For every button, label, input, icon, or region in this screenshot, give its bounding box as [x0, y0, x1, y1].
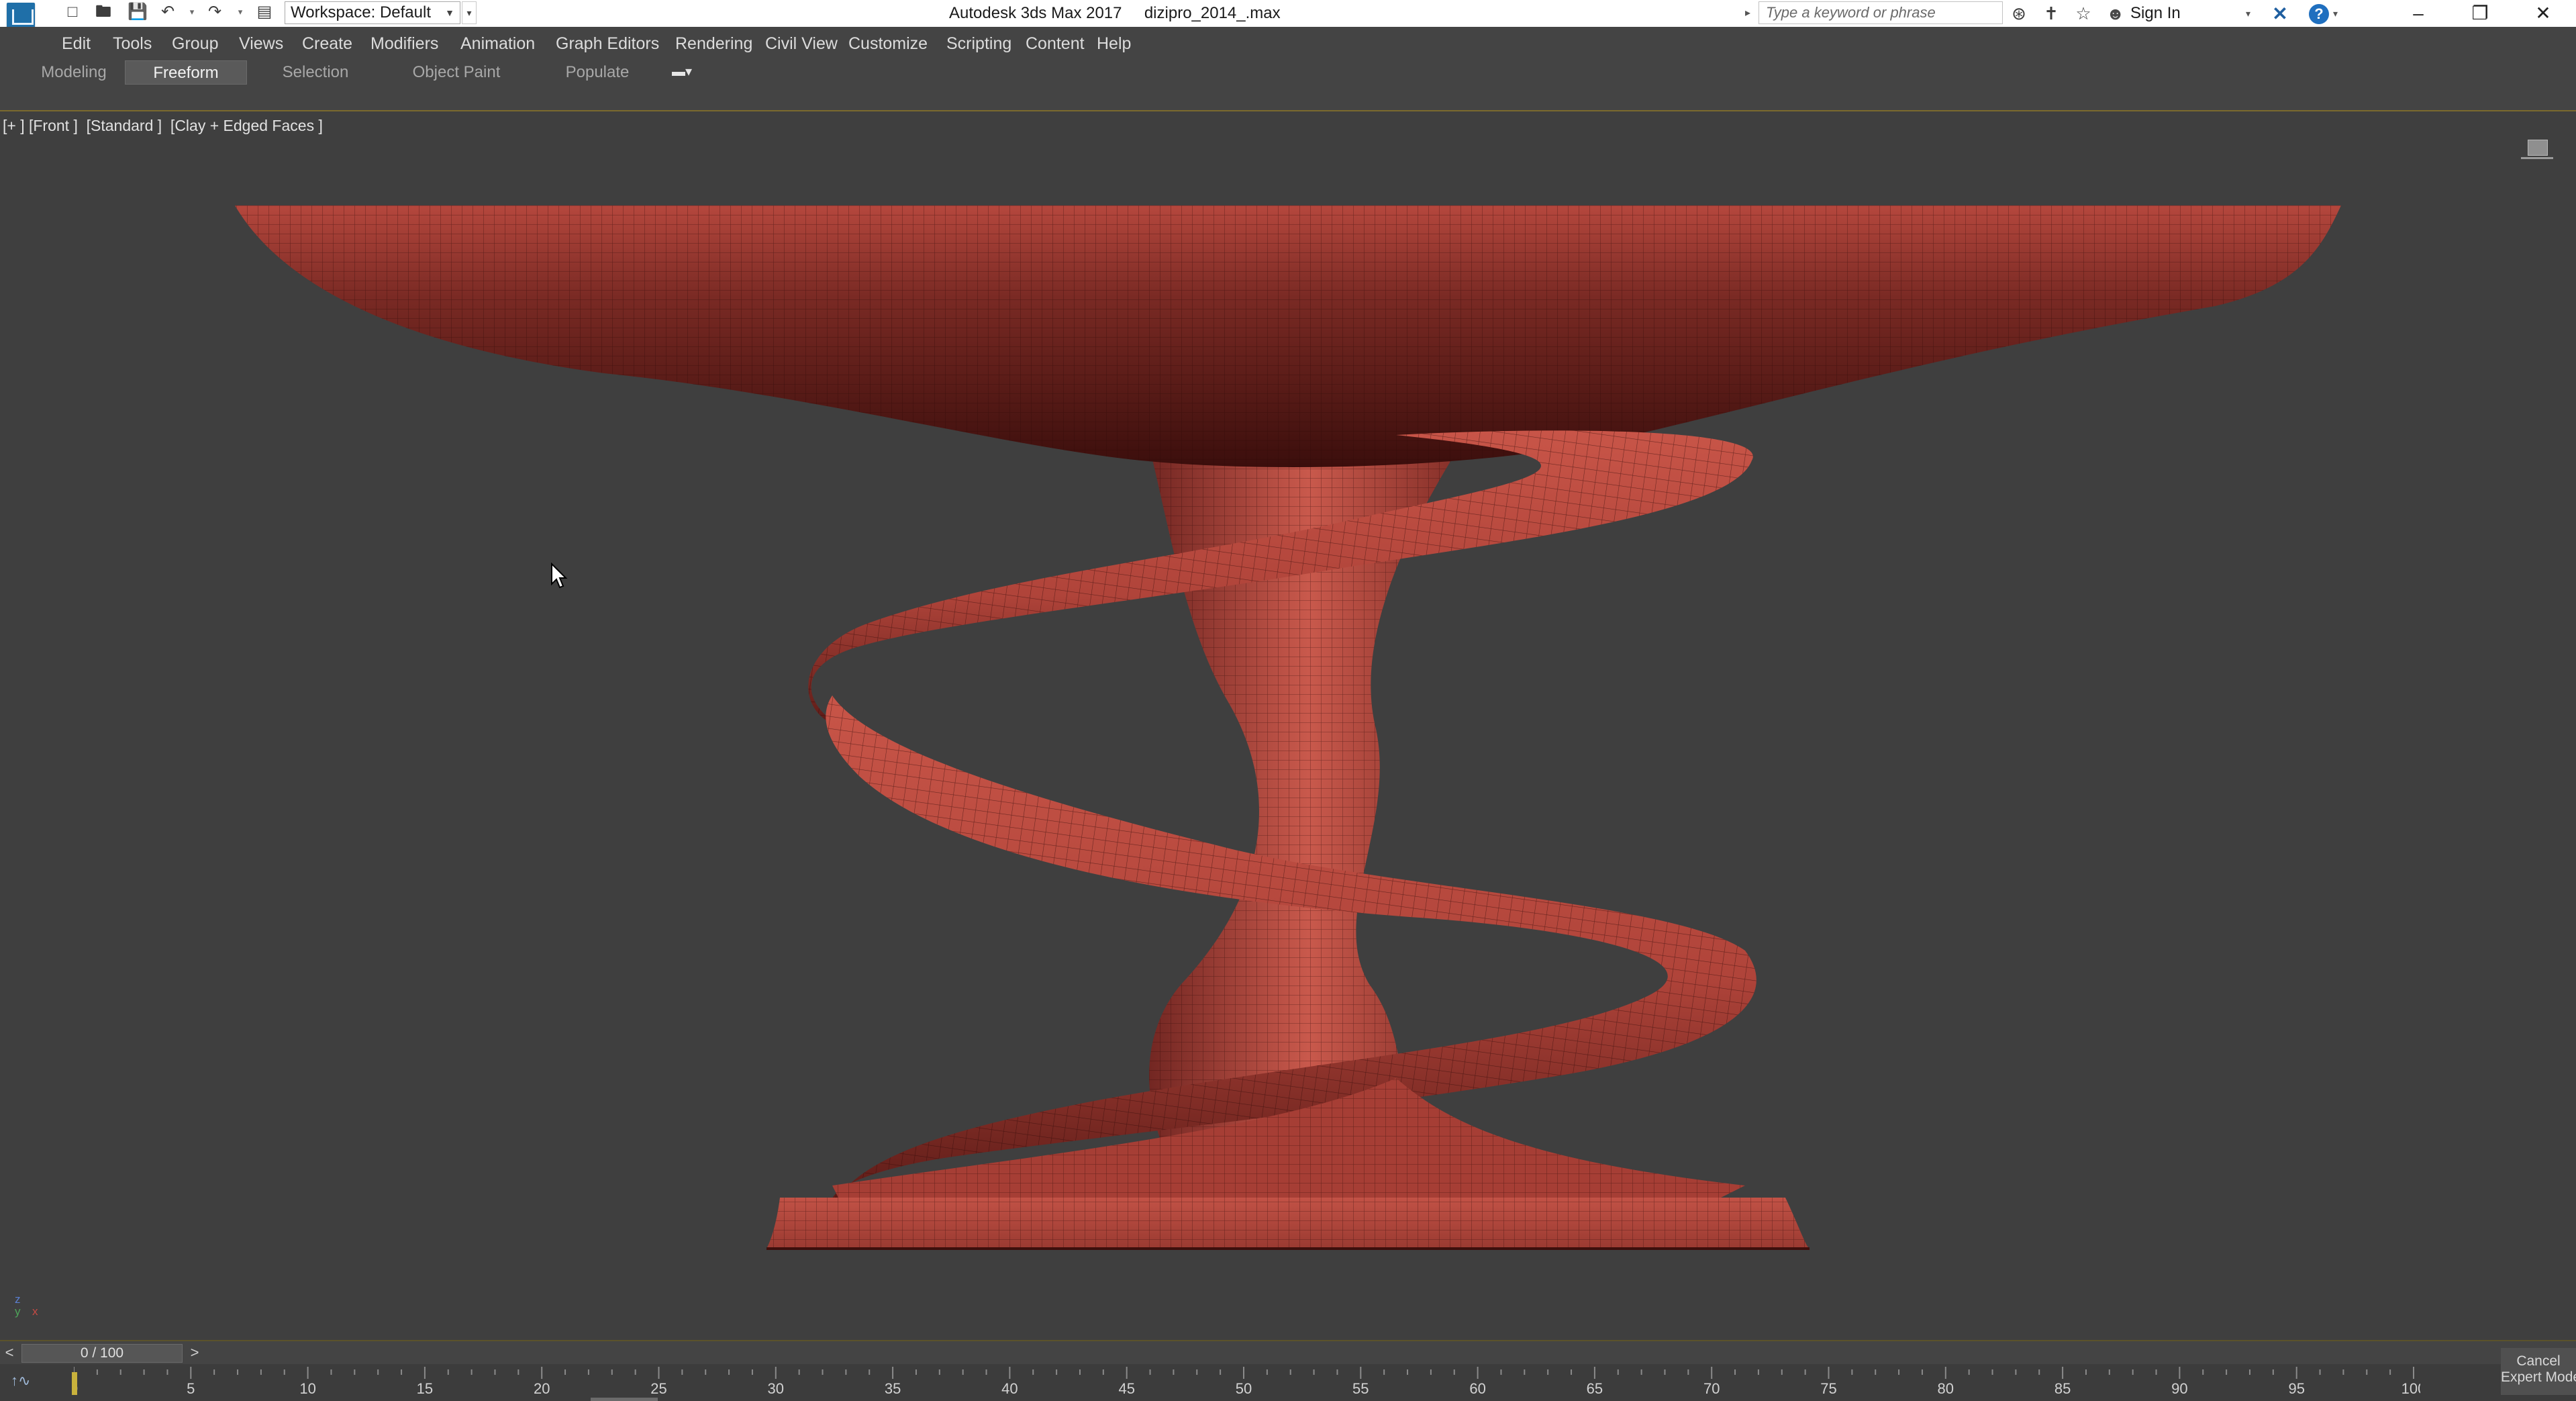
menu-group[interactable]: Group — [172, 27, 218, 60]
twisted-vase-model[interactable] — [0, 111, 2576, 1340]
window-title: Autodesk 3ds Max 2017 dizipro_2014_.max — [949, 4, 1281, 22]
frame-tick-label: 40 — [1001, 1380, 1018, 1397]
workspace-dropdown[interactable]: Workspace: Default ▼ — [285, 1, 460, 24]
undo-icon[interactable]: ↶ — [158, 3, 177, 21]
menu-customize[interactable]: Customize — [848, 27, 928, 60]
time-slider-thumb[interactable]: 0 / 100 — [21, 1344, 183, 1363]
frame-tick-label: 95 — [2288, 1380, 2304, 1397]
ribbon-minimize-icon[interactable]: ▬▾ — [668, 62, 695, 82]
track-bar[interactable]: ↑∿ 0510152025303540455055606570758085909… — [0, 1364, 2576, 1401]
menu-help[interactable]: Help — [1097, 27, 1131, 60]
frame-tick-label: 100 — [2401, 1380, 2420, 1397]
axis-tripod-icon: z y x — [12, 1293, 46, 1326]
ribbon-panel — [0, 87, 2576, 111]
frame-tick-label: 75 — [1820, 1380, 1836, 1397]
frame-ruler[interactable]: 0510152025303540455055606570758085909510… — [74, 1364, 2420, 1401]
menu-scripting[interactable]: Scripting — [946, 27, 1011, 60]
tab-object-paint[interactable]: Object Paint — [396, 60, 517, 85]
frame-tick-label: 45 — [1118, 1380, 1134, 1397]
title-bar: □ 🖿 💾 ↶ ▾ ↷ ▾ ▤ Workspace: Default ▼ ▾ A… — [0, 0, 2576, 31]
menu-graph-editors[interactable]: Graph Editors — [556, 27, 659, 60]
search-input[interactable] — [1759, 2, 2002, 23]
mini-curve-editor-icon[interactable]: ↑∿ — [11, 1372, 40, 1390]
restore-button[interactable]: ❐ — [2450, 0, 2510, 27]
viewport-front[interactable]: [+ ] [Front ] [Standard ] [Clay + Edged … — [0, 111, 2576, 1340]
axis-y-label: y — [15, 1305, 21, 1318]
ribbon-tab-bar: Modeling Freeform Selection Object Paint… — [0, 60, 2576, 87]
help-icon[interactable]: ? — [2309, 4, 2329, 24]
cancel-expert-mode-label: Cancel Expert Mode — [2501, 1353, 2576, 1385]
frame-tick-label: 50 — [1236, 1380, 1252, 1397]
axis-z-label: z — [15, 1293, 21, 1306]
undo-dropdown-icon[interactable]: ▾ — [188, 3, 196, 21]
menu-rendering[interactable]: Rendering — [675, 27, 752, 60]
menu-animation[interactable]: Animation — [460, 27, 535, 60]
frame-tick-label: 10 — [299, 1380, 315, 1397]
sign-in-label: Sign In — [2130, 4, 2181, 22]
frame-tick-label: 5 — [187, 1380, 195, 1397]
frame-tick-label: 70 — [1703, 1380, 1720, 1397]
new-file-icon[interactable]: □ — [63, 3, 82, 21]
tab-selection[interactable]: Selection — [262, 60, 369, 85]
minimize-button[interactable]: – — [2388, 0, 2448, 27]
workspace-label: Workspace: Default — [291, 3, 431, 21]
save-icon[interactable]: 💾 — [128, 3, 148, 21]
frame-tick-label: 85 — [2054, 1380, 2071, 1397]
frame-counter: 0 / 100 — [80, 1345, 124, 1361]
frame-tick-label: 90 — [2171, 1380, 2187, 1397]
menu-create[interactable]: Create — [302, 27, 352, 60]
search-field[interactable] — [1758, 1, 2003, 24]
frame-tick-label: 65 — [1587, 1380, 1603, 1397]
menu-bar: Edit Tools Group Views Create Modifiers … — [0, 27, 2576, 60]
time-slider[interactable]: < 0 / 100 > — [0, 1340, 2576, 1365]
star-icon[interactable]: ☆ — [2073, 3, 2094, 24]
frame-tick-label: 25 — [650, 1380, 666, 1397]
menu-edit[interactable]: Edit — [62, 27, 91, 60]
menu-modifiers[interactable]: Modifiers — [370, 27, 438, 60]
frame-tick-label: 20 — [534, 1380, 550, 1397]
menu-views[interactable]: Views — [239, 27, 283, 60]
frame-tick-label: 35 — [885, 1380, 901, 1397]
search-expand-icon[interactable]: ▸ — [1745, 0, 1750, 27]
project-icon[interactable]: ▤ — [255, 3, 274, 21]
exchange-icon[interactable]: ✕ — [2269, 4, 2291, 24]
quick-access-customize-button[interactable]: ▾ — [462, 1, 477, 24]
redo-icon[interactable]: ↷ — [205, 3, 224, 21]
sign-in-dropdown-icon[interactable]: ▾ — [2246, 0, 2250, 27]
current-frame-marker[interactable] — [72, 1372, 77, 1395]
user-icon: ☻ — [2106, 3, 2125, 23]
menu-tools[interactable]: Tools — [113, 27, 152, 60]
chevron-down-icon: ▼ — [445, 7, 454, 18]
tab-freeform[interactable]: Freeform — [125, 60, 247, 85]
close-button[interactable]: ✕ — [2513, 0, 2573, 27]
cancel-expert-mode-button[interactable]: Cancel Expert Mode — [2501, 1348, 2576, 1395]
axis-x-label: x — [32, 1305, 38, 1318]
previous-frame-button[interactable]: < — [1, 1341, 17, 1364]
tab-modeling[interactable]: Modeling — [27, 60, 121, 85]
frame-tick-label: 30 — [768, 1380, 784, 1397]
mouse-cursor-icon — [551, 563, 568, 589]
menu-civil-view[interactable]: Civil View — [765, 27, 838, 60]
satellite-icon[interactable]: ✝ — [2040, 3, 2062, 24]
next-frame-button[interactable]: > — [187, 1341, 203, 1364]
binoculars-icon[interactable]: ⊛ — [2008, 3, 2030, 24]
track-bar-scrollbar[interactable] — [591, 1398, 658, 1401]
frame-tick-label: 80 — [1938, 1380, 1954, 1397]
help-dropdown-icon[interactable]: ▾ — [2333, 0, 2338, 27]
frame-tick-label: 15 — [417, 1380, 433, 1397]
menu-content[interactable]: Content — [1026, 27, 1085, 60]
frame-tick-label: 55 — [1352, 1380, 1369, 1397]
redo-dropdown-icon[interactable]: ▾ — [236, 3, 244, 21]
open-file-icon[interactable]: 🖿 — [94, 3, 113, 21]
tab-populate[interactable]: Populate — [544, 60, 651, 85]
frame-tick-label: 60 — [1469, 1380, 1485, 1397]
